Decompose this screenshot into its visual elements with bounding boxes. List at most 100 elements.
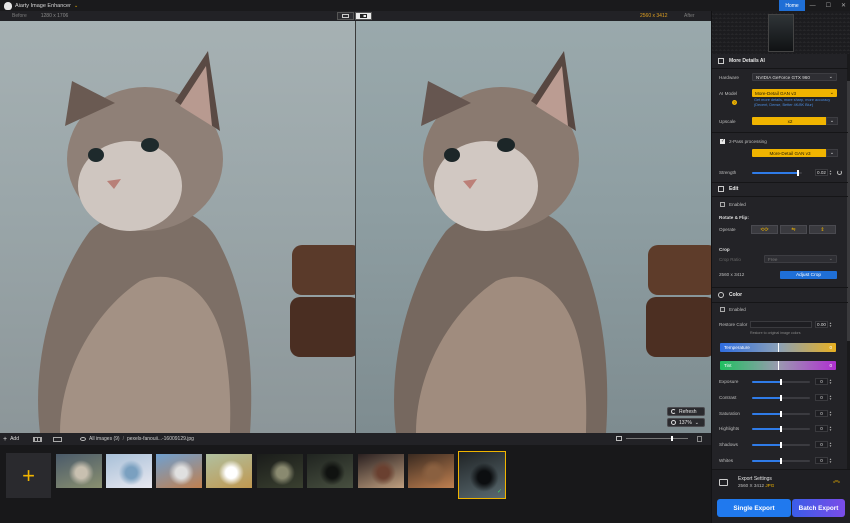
thumb-7[interactable] <box>358 454 404 488</box>
two-pass-checkbox[interactable] <box>720 138 725 144</box>
refresh-button[interactable]: Refresh <box>667 407 705 416</box>
upscale-select[interactable]: x2 <box>752 117 828 125</box>
saturation-value[interactable]: 0 <box>815 410 828 417</box>
highlights-slider[interactable] <box>752 426 810 432</box>
tint-slider[interactable]: Tint 0 <box>720 361 836 370</box>
restore-color-value[interactable]: 0.00 <box>815 321 828 328</box>
export-settings-title[interactable]: Export Settings <box>738 476 772 482</box>
after-image[interactable] <box>356 21 711 433</box>
all-images-filter[interactable]: All images (9) <box>89 436 120 442</box>
contrast-knob[interactable] <box>780 395 782 401</box>
saturation-spinner[interactable]: ▲ ▼ <box>829 410 834 417</box>
side-by-side-view-button[interactable] <box>355 12 372 20</box>
thumb-2[interactable] <box>106 454 152 488</box>
exposure-spinner[interactable]: ▲ ▼ <box>829 378 834 385</box>
adjust-crop-button[interactable]: Adjust Crop <box>780 271 837 279</box>
shadows-slider[interactable] <box>752 442 810 448</box>
whites-value[interactable]: 0 <box>815 457 828 464</box>
hardware-select[interactable]: NVIDIA GeForce GTX 960 ⌄ <box>752 73 837 81</box>
navigator-preview[interactable] <box>712 11 850 54</box>
restore-color-slider[interactable] <box>750 321 812 328</box>
shadows-value[interactable]: 0 <box>815 441 828 448</box>
before-image[interactable] <box>0 21 355 433</box>
flip-horizontal-button[interactable]: ⇋ <box>780 225 807 234</box>
upscale-dropdown-arrow[interactable]: ⌄ <box>826 117 838 125</box>
zoom-dropdown[interactable]: 137% ⌄ <box>667 418 705 427</box>
split-view-icon <box>342 14 349 18</box>
strength-spinner[interactable]: ▲ ▼ <box>829 169 834 176</box>
whites-knob[interactable] <box>780 458 782 464</box>
thumb-4[interactable] <box>206 454 252 488</box>
export-settings-icon[interactable] <box>719 479 728 486</box>
home-button[interactable]: Home <box>779 0 805 11</box>
two-pass-model-value: More-Detail GAN v3 <box>769 150 811 156</box>
saturation-knob[interactable] <box>780 411 782 417</box>
chevron-down-icon: ⌄ <box>694 419 699 426</box>
thumb-5[interactable] <box>257 454 303 488</box>
preview-thumbnail[interactable] <box>768 14 794 52</box>
grid-view-icon[interactable] <box>33 436 42 442</box>
slider-knob[interactable] <box>670 436 673 441</box>
chevron-up-icon[interactable]: ︽ <box>833 477 840 484</box>
tint-knob[interactable] <box>778 361 779 370</box>
reset-icon[interactable] <box>837 170 842 175</box>
maximize-icon[interactable]: ☐ <box>826 2 831 9</box>
strength-slider[interactable] <box>752 170 802 176</box>
thumb-1[interactable] <box>56 454 102 488</box>
strength-knob[interactable] <box>797 170 799 176</box>
ai-model-select[interactable]: More-Detail GAN v3 ⌄ <box>752 89 837 97</box>
minimize-icon[interactable]: — <box>810 3 816 9</box>
add-images-tile[interactable]: + <box>6 453 51 498</box>
close-icon[interactable]: ✕ <box>841 2 846 9</box>
crop-ratio-select[interactable]: Free ⌄ <box>764 255 837 263</box>
strength-value[interactable]: 0.02 <box>815 169 828 176</box>
rotate-button[interactable]: ⟲⟳ <box>751 225 778 234</box>
restore-color-spinner[interactable]: ▲ ▼ <box>829 321 834 328</box>
shadows-knob[interactable] <box>780 442 782 448</box>
thumb-6[interactable] <box>307 454 353 488</box>
highlights-spinner[interactable]: ▲ ▼ <box>829 425 834 432</box>
help-icon[interactable]: ? <box>732 100 737 105</box>
exposure-value[interactable]: 0 <box>815 378 828 385</box>
shadows-spinner[interactable]: ▲ ▼ <box>829 441 834 448</box>
exposure-slider[interactable] <box>752 379 810 385</box>
edit-header[interactable]: Edit <box>712 183 848 195</box>
contrast-spinner[interactable]: ▲ ▼ <box>829 394 834 401</box>
two-pass-model-select[interactable]: More-Detail GAN v3 <box>752 149 828 157</box>
settings-panel: More Details AI Hardware NVIDIA GeForce … <box>711 11 850 523</box>
thumb-8[interactable] <box>408 454 454 488</box>
color-enabled-checkbox[interactable] <box>720 307 725 312</box>
list-view-icon[interactable] <box>53 436 62 442</box>
temperature-slider[interactable]: Temperature 0 <box>720 343 836 352</box>
image-viewer[interactable]: Refresh 137% ⌄ <box>0 21 711 433</box>
app-menu-chevron-icon[interactable]: ⌄ <box>74 3 78 9</box>
eye-icon[interactable] <box>80 437 86 441</box>
saturation-slider[interactable] <box>752 411 810 417</box>
highlights-value[interactable]: 0 <box>815 425 828 432</box>
thumb-9[interactable]: ✓ <box>458 451 506 499</box>
edit-enabled-checkbox[interactable] <box>720 202 725 207</box>
batch-export-button[interactable]: Batch Export <box>792 499 845 517</box>
whites-slider[interactable] <box>752 458 810 464</box>
more-details-header[interactable]: More Details AI <box>712 55 848 67</box>
two-pass-dropdown-arrow[interactable]: ⌄ <box>826 149 838 157</box>
saturation-fill <box>752 413 781 415</box>
highlights-knob[interactable] <box>780 426 782 432</box>
temperature-knob[interactable] <box>778 343 779 352</box>
thumbnail-size-slider[interactable] <box>626 436 688 441</box>
single-export-button[interactable]: Single Export <box>717 499 791 517</box>
rotate-flip-label: Rotate & Flip: <box>719 215 749 220</box>
thumb-3[interactable] <box>156 454 202 488</box>
contrast-slider[interactable] <box>752 395 810 401</box>
trash-icon[interactable] <box>697 436 702 442</box>
flip-vertical-button[interactable]: ⇕ <box>809 225 836 234</box>
whites-spinner[interactable]: ▲ ▼ <box>829 457 834 464</box>
export-size: 2560 X 3412 <box>738 483 765 488</box>
export-settings-summary: 2560 X 3412 JPG <box>738 483 774 488</box>
split-view-button[interactable] <box>337 12 354 20</box>
zoom-level: 137% <box>679 419 692 426</box>
contrast-value[interactable]: 0 <box>815 394 828 401</box>
add-button[interactable]: + Add <box>3 436 19 443</box>
exposure-knob[interactable] <box>780 379 782 385</box>
color-header[interactable]: Color <box>712 289 848 301</box>
